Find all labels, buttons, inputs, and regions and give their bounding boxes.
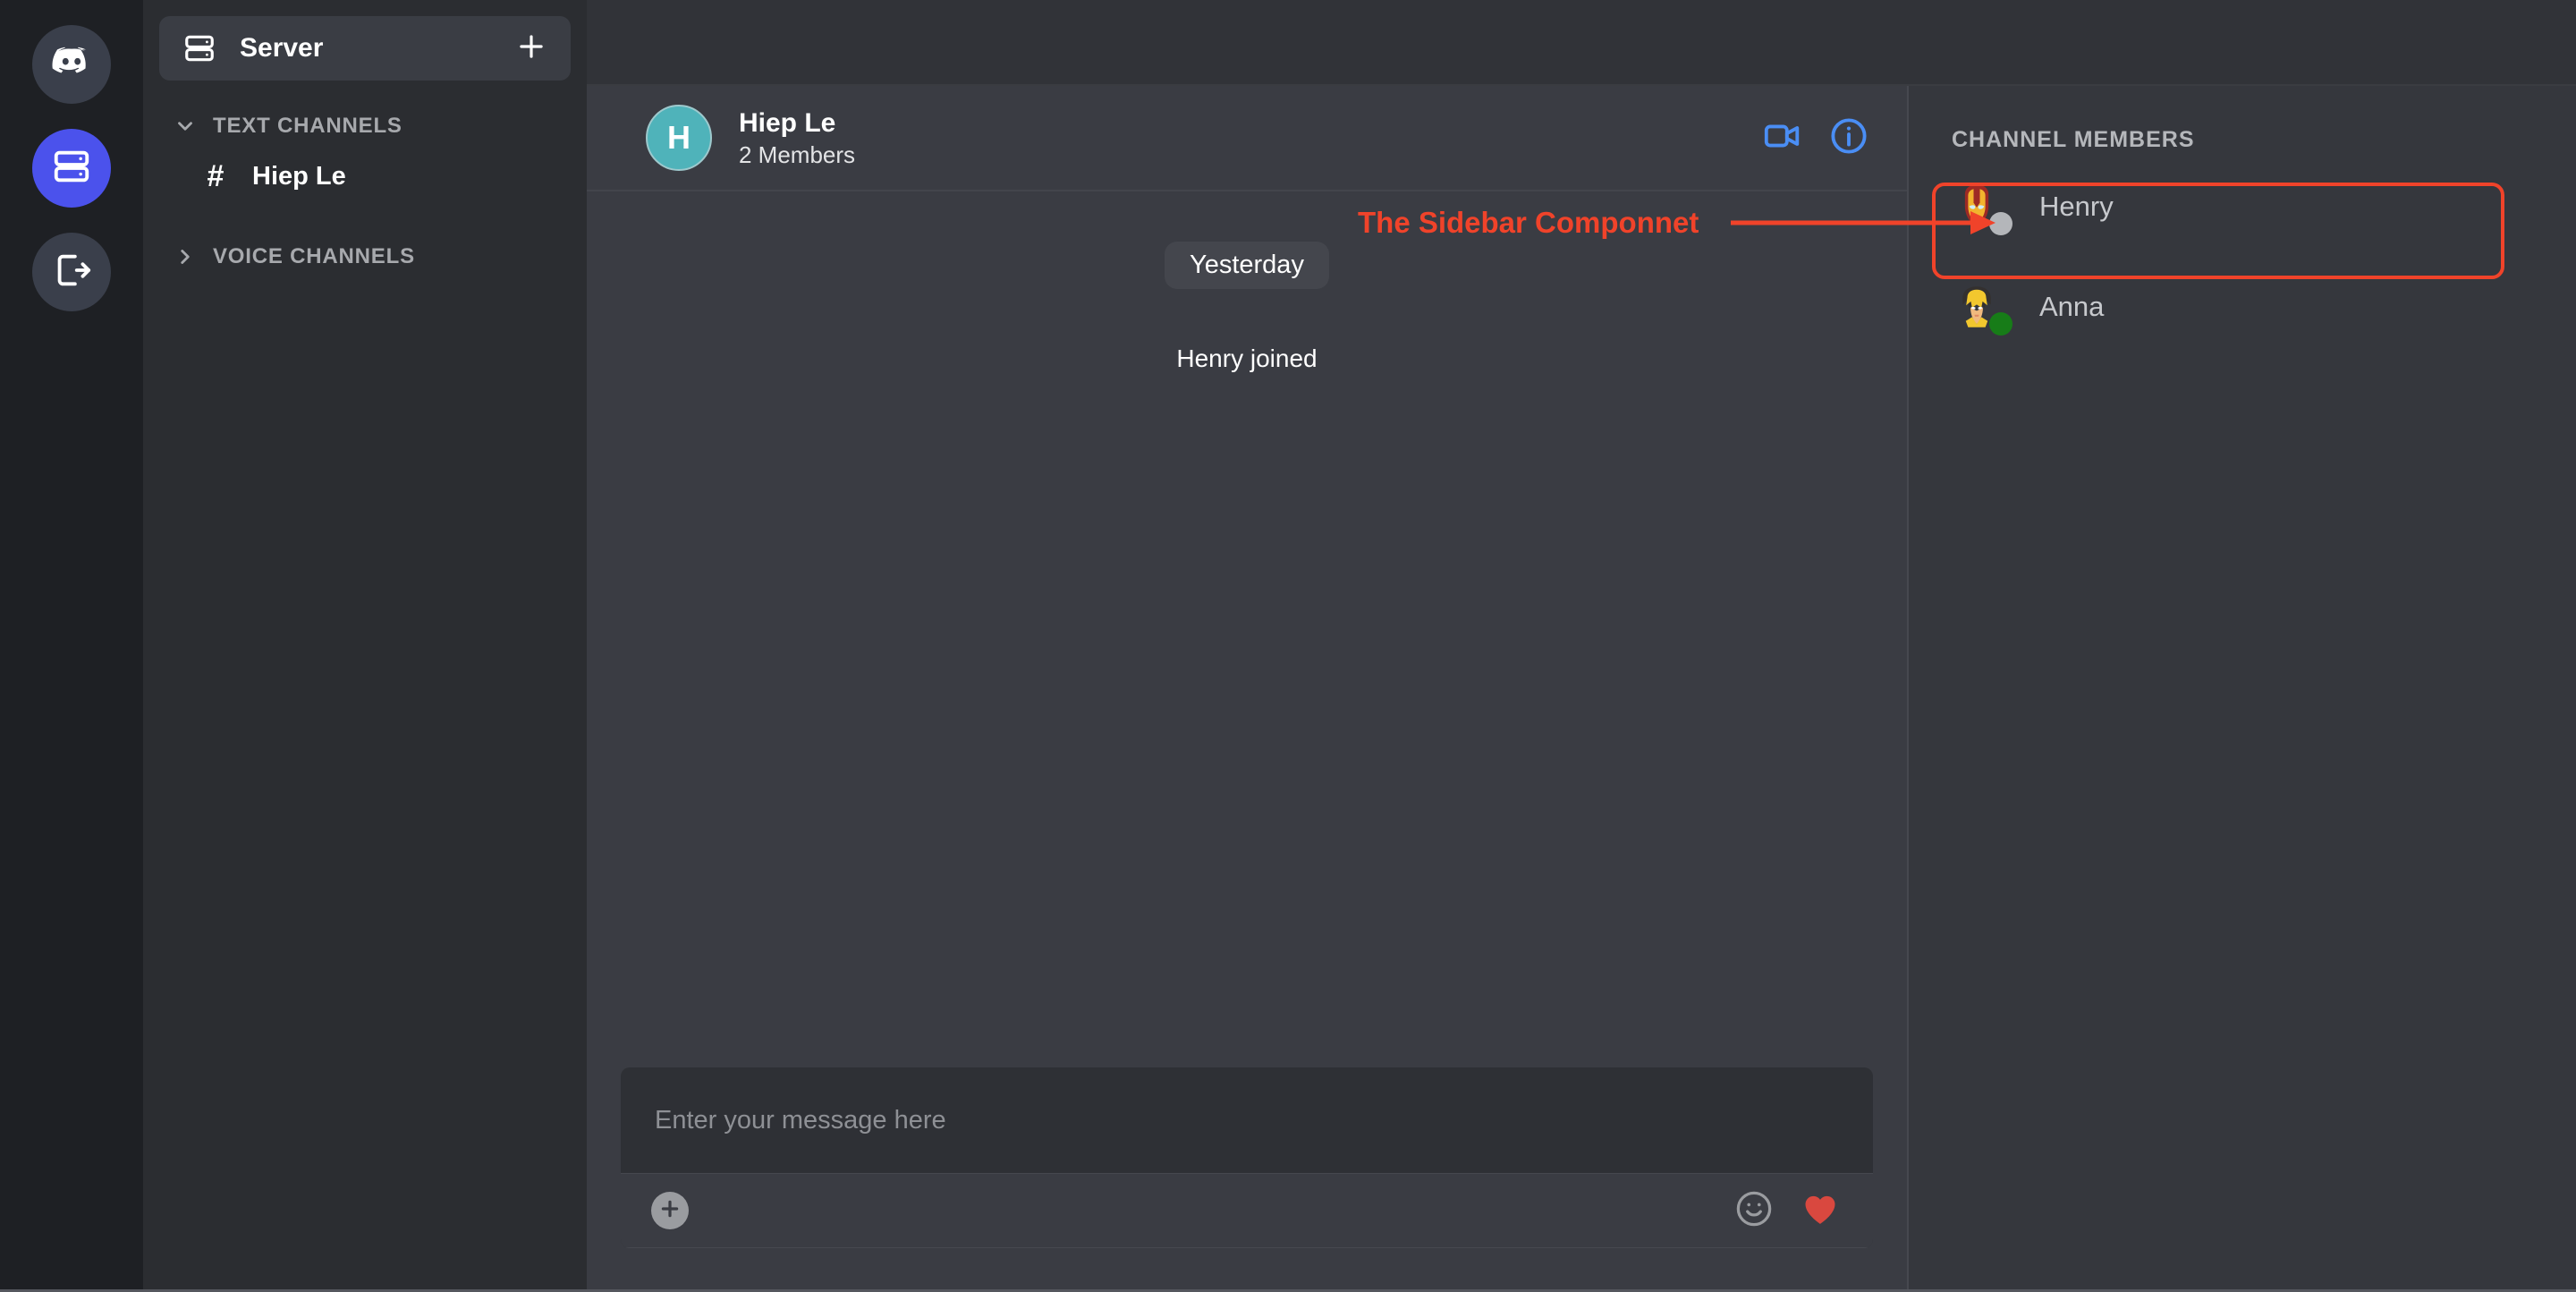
discord-icon	[51, 42, 92, 88]
category-text-channels[interactable]: TEXT CHANNELS	[143, 102, 587, 150]
plus-icon	[658, 1197, 682, 1225]
channel-sidebar: Server TEXT CHANNELS # Hiep Le VOICE CHA…	[143, 0, 587, 1289]
chat-title-block: Hiep Le 2 Members	[739, 106, 1762, 169]
sidebar-channel-hiep-le[interactable]: # Hiep Le	[143, 150, 587, 202]
hash-icon: #	[207, 158, 225, 193]
top-strip	[587, 0, 2576, 86]
channel-members-sidebar: CHANNEL MEMBERS Henry Anna	[1907, 86, 2576, 1289]
server-rack-icon	[182, 31, 216, 65]
channel-label: Hiep Le	[252, 161, 346, 191]
rail-item-server[interactable]	[32, 129, 111, 208]
category-voice-channels[interactable]: VOICE CHANNELS	[143, 233, 587, 281]
chat-pane: H Hiep Le 2 Members Yesterday Henry join…	[587, 86, 1907, 1289]
composer-right-actions	[1733, 1188, 1841, 1234]
avatar: H	[646, 105, 712, 171]
ironman-avatar	[1952, 182, 2012, 235]
message-input[interactable]: Enter your message here	[621, 1067, 1873, 1173]
member-count: 2 Members	[739, 140, 856, 168]
page-title: Hiep Le	[739, 108, 836, 138]
add-channel-button[interactable]	[512, 29, 551, 68]
chat-and-members: H Hiep Le 2 Members Yesterday Henry join…	[587, 86, 2576, 1289]
server-header[interactable]: Server	[159, 16, 571, 81]
members-title: CHANNEL MEMBERS	[1952, 127, 2195, 152]
message-composer: Enter your message here	[621, 1067, 1873, 1248]
member-name: Henry	[2039, 191, 2114, 222]
main-column: H Hiep Le 2 Members Yesterday Henry join…	[587, 0, 2576, 1289]
video-camera-icon[interactable]	[1762, 115, 1803, 161]
chat-header: H Hiep Le 2 Members	[587, 86, 1907, 191]
attach-button[interactable]	[651, 1192, 689, 1229]
rail-item-logout[interactable]	[32, 233, 111, 311]
member-list-item-anna[interactable]: Anna	[1909, 260, 2576, 353]
info-circle-icon[interactable]	[1828, 115, 1869, 161]
composer-area: Enter your message here	[587, 1067, 1907, 1289]
discord-clone-window: Server TEXT CHANNELS # Hiep Le VOICE CHA…	[0, 0, 2576, 1292]
status-badge	[1989, 312, 2012, 336]
wolverine-avatar	[1952, 282, 2012, 336]
server-rack-icon	[51, 146, 92, 191]
date-divider: Yesterday	[1165, 242, 1329, 289]
heart-icon[interactable]	[1800, 1188, 1841, 1234]
system-message: Henry joined	[1176, 344, 1318, 372]
rail-item-discord-home[interactable]	[32, 25, 111, 104]
category-label: TEXT CHANNELS	[213, 114, 402, 138]
message-list: Yesterday Henry joined	[587, 191, 1907, 1067]
header-actions	[1762, 115, 1869, 161]
server-icon-rail	[0, 0, 143, 1289]
chevron-down-icon	[174, 115, 197, 138]
status-badge	[1989, 212, 2012, 235]
message-input-placeholder: Enter your message here	[655, 1105, 946, 1135]
member-list-item-henry[interactable]: Henry	[1909, 160, 2576, 253]
member-name: Anna	[2039, 291, 2105, 322]
smiley-face-icon[interactable]	[1733, 1188, 1775, 1234]
chevron-right-icon	[174, 245, 197, 268]
server-name: Server	[240, 33, 324, 63]
composer-toolbar	[621, 1173, 1873, 1248]
category-label: VOICE CHANNELS	[213, 244, 415, 268]
logout-icon	[51, 250, 92, 295]
plus-icon	[514, 30, 548, 68]
